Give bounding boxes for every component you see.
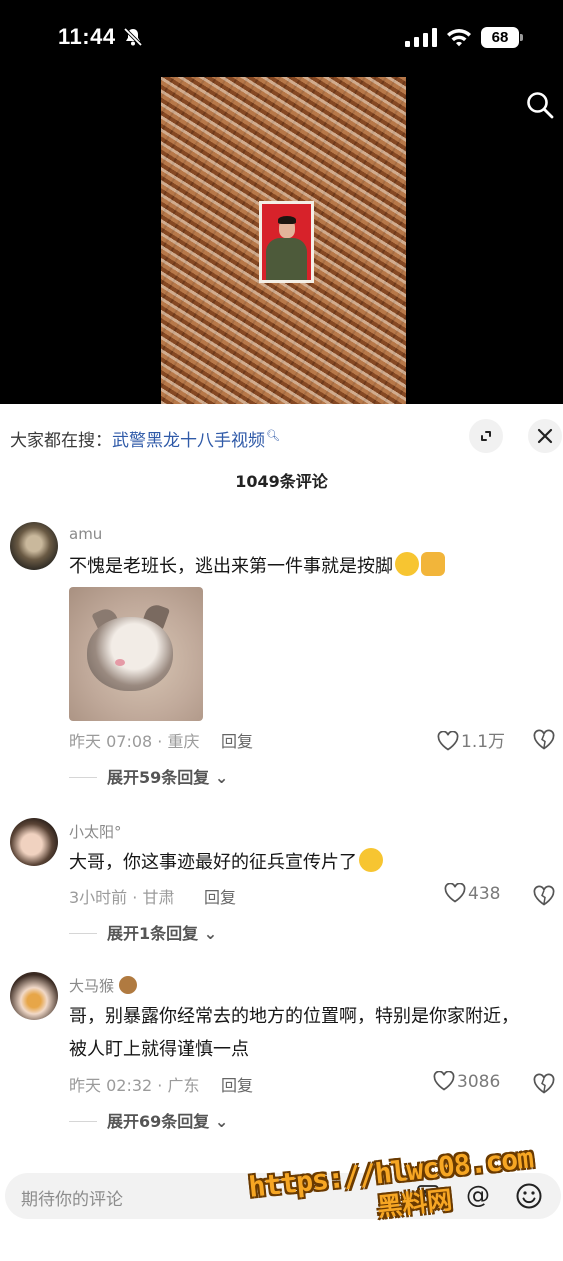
expand-button[interactable] — [469, 419, 503, 453]
bell-slash-icon — [123, 27, 143, 47]
comment-count: 1049条评论 — [235, 472, 328, 491]
hot-search-bar[interactable]: 大家都在搜：武警黑龙十八手视频🔍︎ — [10, 426, 280, 451]
like-count: 1.1万 — [461, 732, 506, 752]
expand-replies-label: 展开1条回复 — [107, 924, 199, 943]
comment-text-content: 大哥，你这事迹最好的征兵宣传片了 — [69, 852, 357, 873]
username[interactable]: 大马猴 — [69, 975, 137, 996]
battery-indicator: 68 — [481, 27, 523, 48]
comment-input-placeholder[interactable]: 期待你的评论 — [21, 1185, 123, 1210]
close-button[interactable] — [528, 419, 562, 453]
portrait-hair — [278, 216, 296, 224]
like-button[interactable]: 1.1万 — [437, 727, 505, 752]
signal-icon — [405, 28, 437, 47]
hot-search-prefix: 大家都在搜： — [10, 431, 112, 451]
reply-button[interactable]: 回复 — [204, 884, 236, 908]
portrait-uniform — [266, 238, 307, 280]
expand-replies-button[interactable]: 展开69条回复 ⌄ — [69, 1108, 228, 1132]
chevron-down-icon: ⌄ — [214, 768, 229, 787]
comment-text-content: 不愧是老班长，逃出来第一件事就是按脚 — [69, 556, 393, 577]
kitten-head — [87, 617, 173, 691]
avatar[interactable] — [10, 522, 58, 570]
chevron-down-icon: ⌄ — [203, 924, 218, 943]
like-button[interactable]: 438 — [444, 882, 501, 904]
avatar[interactable] — [10, 818, 58, 866]
battery-level: 68 — [481, 27, 519, 48]
expand-icon — [481, 431, 491, 441]
video-area[interactable]: 11:44 68 — [0, 0, 563, 404]
wifi-icon — [447, 29, 471, 47]
wink-tongue-emoji-icon — [395, 552, 419, 576]
status-bar: 11:44 68 — [0, 0, 563, 76]
username[interactable]: amu — [69, 525, 102, 543]
broken-heart-icon[interactable] — [533, 1073, 555, 1095]
expand-replies-button[interactable]: 展开1条回复 ⌄ — [69, 920, 217, 944]
comment-panel: 大家都在搜：武警黑龙十八手视频🔍︎ 1049条评论 amu 不愧是老班长，逃出来… — [0, 404, 563, 1261]
status-time: 11:44 — [58, 24, 116, 49]
comment-image-kitten[interactable] — [69, 587, 203, 721]
reply-button[interactable]: 回复 — [221, 1072, 253, 1096]
username-text: 大马猴 — [69, 977, 115, 995]
at-icon[interactable]: @ — [466, 1181, 490, 1209]
close-icon — [537, 428, 553, 444]
expand-replies-label: 展开59条回复 — [107, 768, 210, 787]
heart-icon — [437, 730, 459, 751]
divider-line — [69, 1121, 97, 1122]
comment-meta: 昨天 07:08 · 重庆 — [69, 732, 200, 751]
video-frame[interactable] — [161, 77, 406, 404]
avatar[interactable] — [10, 972, 58, 1020]
thumbs-up-emoji-icon — [421, 552, 445, 576]
like-count: 3086 — [457, 1072, 501, 1092]
smile-icon[interactable] — [515, 1182, 543, 1210]
like-count: 438 — [468, 884, 501, 904]
heart-icon — [433, 1070, 455, 1091]
monkey-emoji-icon — [118, 976, 137, 994]
portrait-background — [262, 204, 311, 280]
crying-laughing-emoji-icon — [359, 848, 383, 872]
divider-line — [69, 777, 97, 778]
expand-replies-button[interactable]: 展开59条回复 ⌄ — [69, 764, 228, 788]
expand-replies-label: 展开69条回复 — [107, 1112, 210, 1131]
divider-line — [69, 933, 97, 934]
reply-button[interactable]: 回复 — [221, 728, 253, 752]
small-search-icon: 🔍︎ — [266, 429, 280, 443]
chevron-down-icon: ⌄ — [214, 1112, 229, 1131]
battery-tip — [520, 34, 523, 41]
comment-meta: 3小时前 · 甘肃 — [69, 888, 175, 907]
comment-text: 大哥，你这事迹最好的征兵宣传片了 — [69, 846, 529, 879]
portrait-photo — [259, 201, 314, 283]
broken-heart-icon[interactable] — [533, 729, 555, 751]
comment-text: 不愧是老班长，逃出来第一件事就是按脚 — [69, 550, 529, 583]
hot-search-query[interactable]: 武警黑龙十八手视频 — [112, 431, 265, 451]
username[interactable]: 小太阳° — [69, 821, 122, 842]
kitten-nose — [115, 659, 125, 666]
comment-meta: 昨天 02:32 · 广东 — [69, 1076, 200, 1095]
broken-heart-icon[interactable] — [533, 885, 555, 907]
like-button[interactable]: 3086 — [433, 1070, 501, 1092]
comment-text: 哥，别暴露你经常去的地方的位置啊，特别是你家附近，被人盯上就得谨慎一点 — [69, 1006, 519, 1060]
search-icon[interactable] — [525, 90, 555, 120]
heart-icon — [444, 882, 466, 903]
